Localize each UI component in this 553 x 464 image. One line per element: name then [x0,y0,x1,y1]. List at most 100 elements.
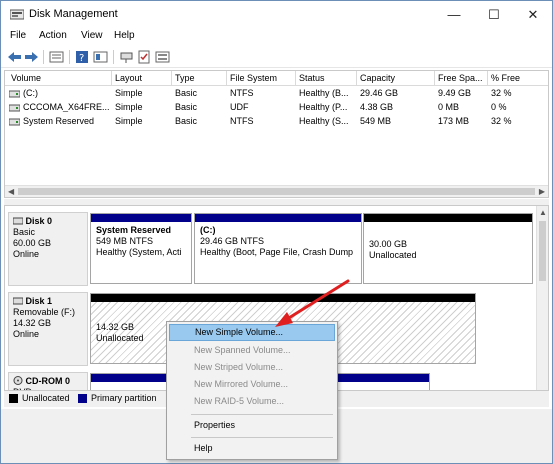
partition-status: Healthy (System, Acti [96,247,182,257]
disk-0-status: Online [13,249,40,259]
legend-label-unallocated: Unallocated [22,393,70,403]
partition-name: (C:) [200,225,216,235]
minimize-button[interactable]: — [434,1,474,28]
column-header-status[interactable]: Status [299,73,325,83]
column-divider[interactable] [226,71,227,85]
partition-detail: 549 MB NTFS [96,236,154,246]
cell-capacity: 4.38 GB [360,102,394,112]
column-divider[interactable] [171,71,172,85]
horizontal-scrollbar[interactable]: ◀ ▶ [5,185,548,197]
forward-arrow-icon[interactable] [24,50,39,64]
partition-name: System Reserved [96,225,172,235]
cell-volume: System Reserved [23,116,95,126]
cdrom-0-title: CD-ROM 0 [13,376,87,387]
column-divider[interactable] [434,71,435,85]
back-arrow-icon[interactable] [7,50,22,64]
menu-item-new-spanned-volume[interactable]: New Spanned Volume... [169,342,335,359]
settings-panel-icon[interactable] [155,50,170,64]
menu-item-new-mirrored-volume[interactable]: New Mirrored Volume... [169,376,335,393]
cell-file-system: NTFS [230,88,254,98]
column-divider[interactable] [487,71,488,85]
toolbar: ? [1,46,552,68]
menu-item-properties[interactable]: Properties [169,417,335,434]
disk-1-status: Online [13,329,40,339]
menu-help[interactable]: Help [114,30,135,41]
list-view-icon[interactable] [49,50,64,64]
primary-partition-bar [91,214,191,222]
scroll-up-icon[interactable]: ▲ [539,208,547,217]
partition-status: Unallocated [369,250,417,260]
partition-detail: 29.46 GB NTFS [200,236,265,246]
disk-0-title: Disk 0 [12,216,87,227]
disk-1-size: 14.32 GB [13,318,52,328]
disk-icon [12,217,24,225]
column-header-volume[interactable]: Volume [11,73,41,83]
column-header-capacity[interactable]: Capacity [360,73,395,83]
cell-percent-free: 0 % [491,102,507,112]
disk-0-name: Disk 0 [25,216,53,226]
context-menu: New Simple Volume... New Spanned Volume.… [166,321,338,460]
scrollbar-thumb[interactable] [18,188,535,195]
connect-icon[interactable] [119,50,134,64]
properties-view-icon[interactable] [93,50,108,64]
cell-layout: Simple [115,116,143,126]
column-header-type[interactable]: Type [175,73,195,83]
checklist-icon[interactable] [137,50,152,64]
menu-item-help[interactable]: Help [169,440,335,457]
cell-file-system: NTFS [230,116,254,126]
partition-disk-0-unallocated[interactable]: 30.00 GB Unallocated [363,213,533,284]
cell-status: Healthy (P... [299,102,348,112]
cell-volume: (C:) [23,88,38,98]
disk-0-size: 60.00 GB [13,238,52,248]
menu-bar: File Action View Help [1,28,552,46]
cell-capacity: 549 MB [360,116,392,126]
column-header-percent-free[interactable]: % Free [491,73,520,83]
cdrom-0-name: CD-ROM 0 [25,376,71,386]
partition-detail: 30.00 GB [369,239,408,249]
close-button[interactable]: ✕ [513,1,553,28]
svg-text:?: ? [79,53,84,64]
disk-0-type: Basic [13,227,36,237]
column-divider[interactable] [111,71,112,85]
menu-item-new-simple-volume[interactable]: New Simple Volume... [169,324,335,341]
primary-partition-bar [195,214,361,222]
column-header-free-space[interactable]: Free Spa... [438,73,483,83]
column-divider[interactable] [295,71,296,85]
menu-view[interactable]: View [81,30,103,41]
menu-item-new-raid5-volume[interactable]: New RAID-5 Volume... [169,393,335,410]
cell-capacity: 29.46 GB [360,88,399,98]
disk-1-label[interactable]: Disk 1 Removable (F:) 14.32 GB Online [8,292,88,366]
partition-c-drive[interactable]: (C:) 29.46 GB NTFS Healthy (Boot, Page F… [194,213,362,284]
scrollbar-thumb[interactable] [539,221,546,281]
menu-separator [191,437,333,438]
disk-0-label[interactable]: Disk 0 Basic 60.00 GB Online [8,212,88,286]
column-header-layout[interactable]: Layout [115,73,142,83]
cell-status: Healthy (B... [299,88,349,98]
table-row[interactable]: CCCOMA_X64FRE... Simple Basic UDF Health… [5,101,548,115]
title-bar: Disk Management — ☐ ✕ [1,1,552,28]
table-row[interactable]: System Reserved Simple Basic NTFS Health… [5,115,548,129]
legend-swatch-primary [78,394,87,403]
unallocated-bar [91,294,475,302]
maximize-button[interactable]: ☐ [474,1,514,28]
scroll-left-icon[interactable]: ◀ [8,187,14,196]
column-header-file-system[interactable]: File System [230,73,277,83]
cdrom-0-label[interactable]: CD-ROM 0 DVD [8,372,88,390]
partition-status: Healthy (Boot, Page File, Crash Dump [200,247,354,257]
column-divider[interactable] [356,71,357,85]
table-row[interactable]: (C:) Simple Basic NTFS Healthy (B... 29.… [5,87,548,101]
menu-item-new-striped-volume[interactable]: New Striped Volume... [169,359,335,376]
toolbar-separator [69,50,70,64]
disk-management-window: Disk Management — ☐ ✕ File Action View H… [0,0,553,464]
cell-percent-free: 32 % [491,116,512,126]
toolbar-separator [113,50,114,64]
vertical-scrollbar[interactable]: ▲ [536,206,548,390]
scroll-right-icon[interactable]: ▶ [539,187,545,196]
cell-type: Basic [175,102,198,112]
window-title: Disk Management [29,8,118,20]
help-icon[interactable]: ? [75,50,90,64]
cell-volume: CCCOMA_X64FRE... [23,102,109,112]
menu-action[interactable]: Action [39,30,67,41]
partition-system-reserved[interactable]: System Reserved 549 MB NTFS Healthy (Sys… [90,213,192,284]
menu-file[interactable]: File [10,30,26,41]
